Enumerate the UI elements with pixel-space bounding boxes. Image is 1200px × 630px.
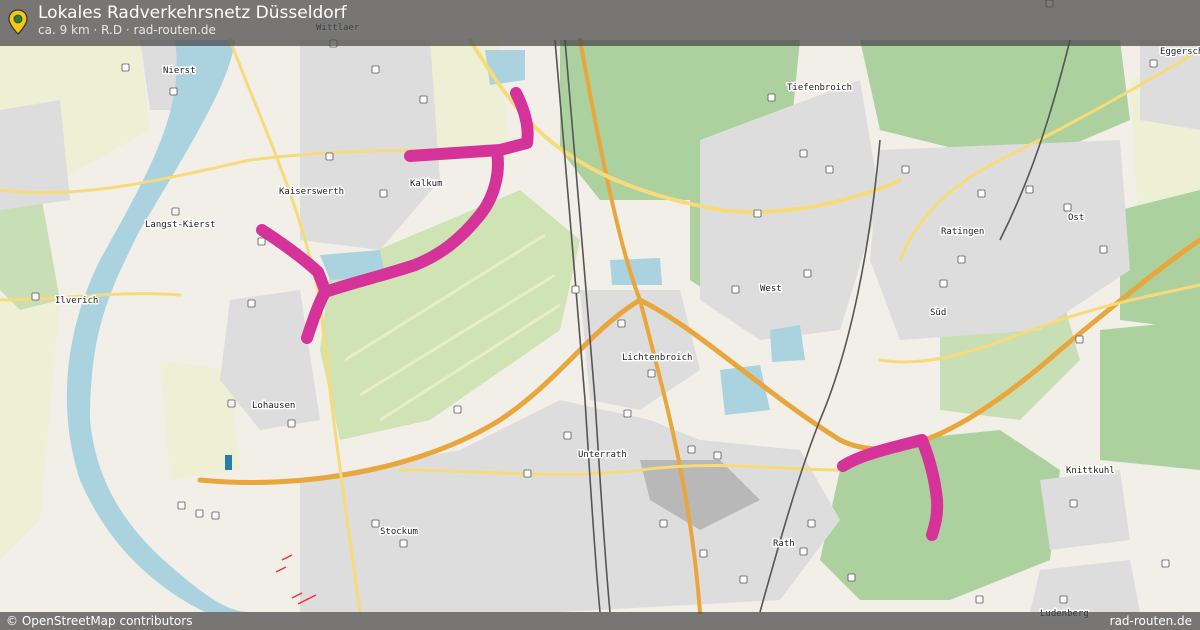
place-label-unterrath: Unterrath [578,450,627,460]
place-label-lichtenbroich: Lichtenbroich [622,353,692,363]
place-label-lohausen: Lohausen [252,401,295,411]
place-label-ilverich: Ilverich [55,296,98,306]
place-label-ost: Ost [1068,213,1084,223]
place-label-ratingen: Ratingen [941,227,984,237]
place-label-knittkuhl: Knittkuhl [1066,466,1115,476]
place-label-nierst: Nierst [163,66,196,76]
place-label-langst-kierst: Langst-Kierst [145,220,215,230]
map-canvas[interactable]: WittlaerWittlaerNierstNierstEggerschEgge… [0,0,1200,630]
place-label-west: West [760,284,782,294]
footer-bar: © OpenStreetMap contributors rad-routen.… [0,612,1200,630]
osm-attribution[interactable]: © OpenStreetMap contributors [6,614,192,628]
route-summary: ca. 9 km · R.D · rad-routen.de [38,23,216,37]
place-label-tiefenbroich: Tiefenbroich [787,83,852,93]
place-label-sued: Süd [930,308,946,318]
place-label-kalkum: Kalkum [410,179,443,189]
place-label-rath: Rath [773,539,795,549]
map-pin-icon [8,9,28,35]
place-label-stockum: Stockum [380,527,418,537]
brand-link[interactable]: rad-routen.de [1110,614,1192,628]
header-bar: Lokales Radverkehrsnetz Düsseldorf ca. 9… [0,0,1200,46]
place-label-eggersch: Eggersch [1160,47,1200,57]
page-title: Lokales Radverkehrsnetz Düsseldorf [38,3,347,23]
place-label-kaiserswerth: Kaiserswerth [279,187,344,197]
